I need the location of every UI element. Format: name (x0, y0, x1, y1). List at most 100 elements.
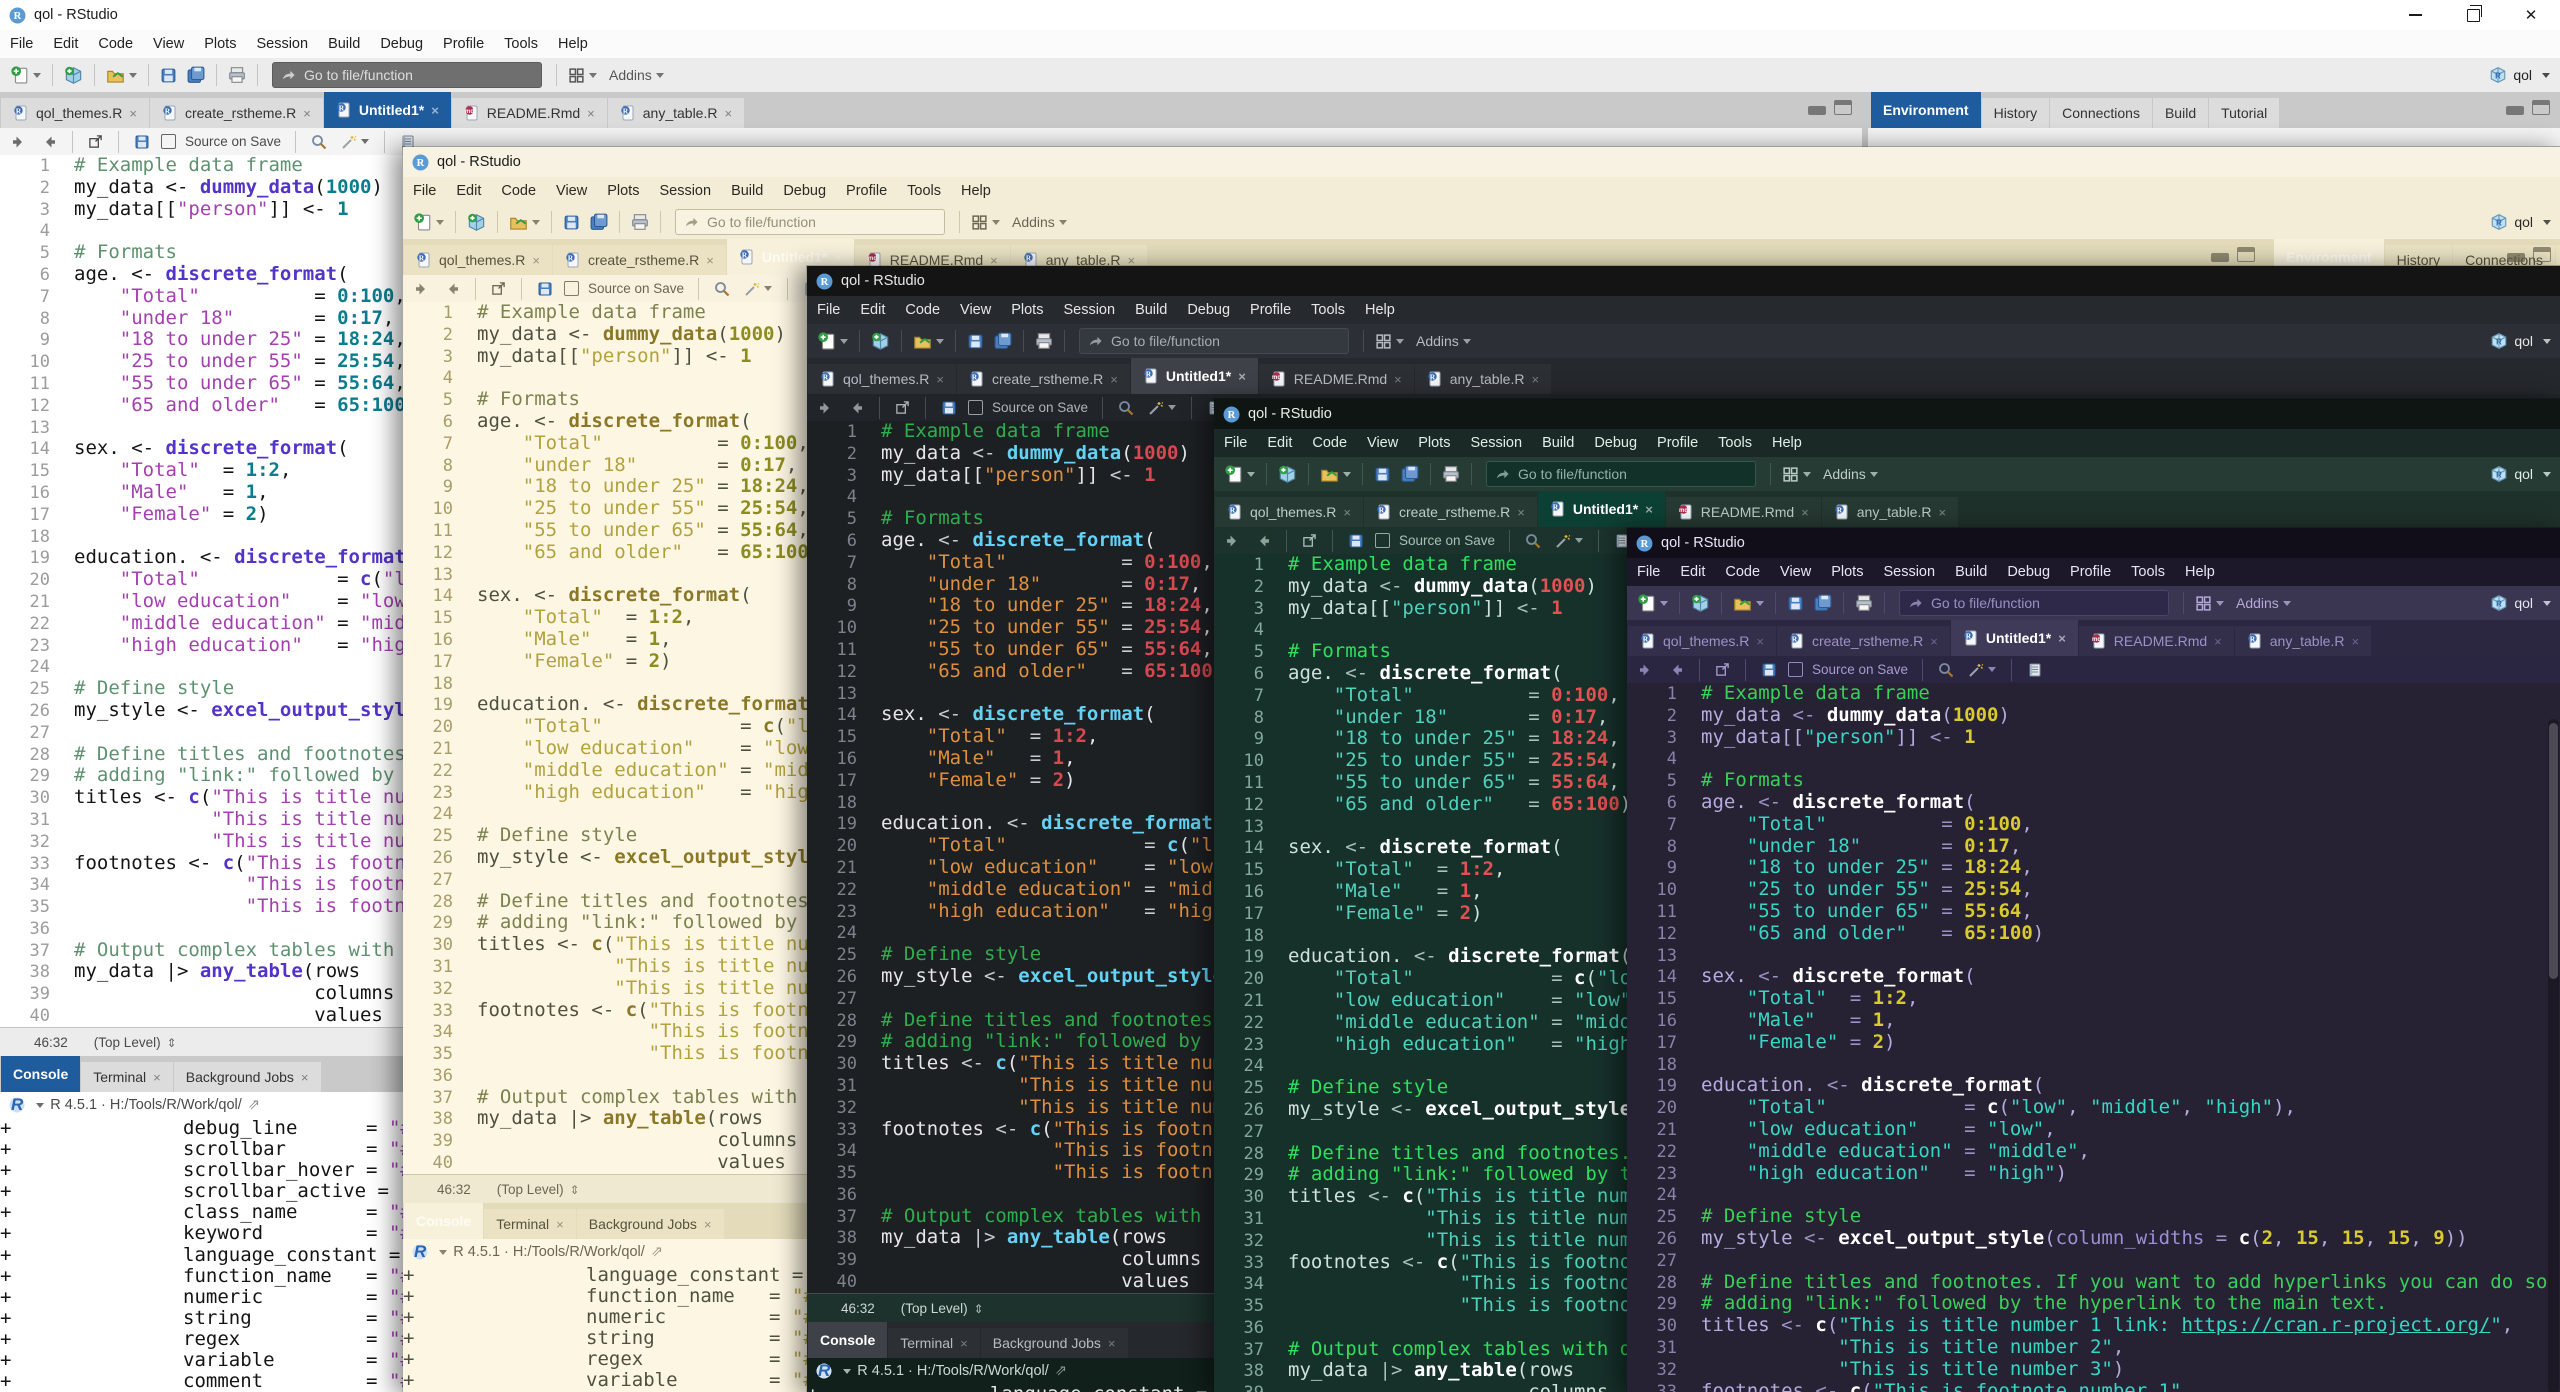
project-selector[interactable]: Rqol (2490, 465, 2551, 483)
menu-profile[interactable]: Profile (836, 183, 897, 199)
menu-session[interactable]: Session (1053, 302, 1125, 318)
print-button[interactable] (626, 213, 654, 231)
close-tab-icon[interactable]: × (704, 1217, 712, 1232)
menu-file[interactable]: File (0, 36, 43, 52)
panes-grid-button[interactable] (966, 214, 1005, 231)
menu-build[interactable]: Build (1532, 435, 1584, 451)
save-all-button[interactable] (989, 332, 1017, 350)
save-button[interactable] (962, 333, 989, 350)
source-tab-qol-themes-r[interactable]: Rqol_themes.R× (404, 245, 552, 275)
find-replace-icon[interactable] (1520, 533, 1546, 549)
menu-tools[interactable]: Tools (1301, 302, 1355, 318)
find-replace-icon[interactable] (1113, 400, 1139, 416)
close-tab-icon[interactable]: × (706, 253, 714, 268)
close-tab-icon[interactable]: × (1756, 634, 1764, 649)
console-tab-background-jobs[interactable]: Background Jobs× (577, 1209, 724, 1239)
title-bar[interactable]: Rqol - RStudio (1627, 528, 2560, 558)
close-tab-icon[interactable]: × (431, 103, 439, 118)
popout-icon[interactable] (486, 281, 511, 296)
source-tab-qol-themes-r[interactable]: Rqol_themes.R× (808, 364, 956, 394)
popout-icon[interactable] (890, 400, 915, 415)
goto-file-function-input[interactable]: Go to file/function (1486, 461, 1756, 487)
menu-view[interactable]: View (1357, 435, 1408, 451)
menu-edit[interactable]: Edit (850, 302, 895, 318)
menu-code[interactable]: Code (895, 302, 950, 318)
menu-plots[interactable]: Plots (1408, 435, 1460, 451)
close-tab-icon[interactable]: × (936, 372, 944, 387)
popout-icon[interactable] (1297, 533, 1322, 548)
goto-file-function-input[interactable]: Go to file/function (1079, 328, 1349, 354)
addins-button[interactable]: Addins (2229, 595, 2296, 611)
open-file-button[interactable] (1728, 594, 1769, 613)
menu-plots[interactable]: Plots (1001, 302, 1053, 318)
menu-file[interactable]: File (403, 183, 446, 199)
console-tab-console[interactable]: Console (1, 1056, 80, 1092)
env-pane-buttons[interactable] (2507, 247, 2551, 262)
env-tab-build[interactable]: Build (2153, 98, 2208, 128)
close-tab-icon[interactable]: × (1930, 634, 1938, 649)
menu-view[interactable]: View (143, 36, 194, 52)
menu-file[interactable]: File (807, 302, 850, 318)
console-tab-terminal[interactable]: Terminal× (81, 1062, 173, 1092)
scope-selector[interactable]: (Top Level)⇕ (94, 1035, 177, 1050)
save-doc-icon[interactable] (936, 400, 962, 416)
console-popout-icon[interactable]: ⇗ (1055, 1363, 1067, 1379)
title-bar[interactable]: Rqol - RStudio (1214, 399, 2560, 429)
project-selector[interactable]: Rqol (2489, 66, 2550, 84)
menu-help[interactable]: Help (548, 36, 598, 52)
close-tab-icon[interactable]: × (1531, 372, 1539, 387)
new-file-button[interactable] (813, 332, 853, 350)
source-tab-untitled1-[interactable]: RUntitled1*× (324, 92, 451, 128)
menu-session[interactable]: Session (1460, 435, 1532, 451)
menu-code[interactable]: Code (491, 183, 546, 199)
save-all-button[interactable] (585, 213, 613, 231)
minimize-icon[interactable] (2386, 0, 2444, 30)
menu-build[interactable]: Build (318, 36, 370, 52)
find-replace-icon[interactable] (1933, 662, 1959, 678)
env-tab-tutorial[interactable]: Tutorial (2209, 98, 2279, 128)
menu-help[interactable]: Help (1762, 435, 1812, 451)
save-button[interactable] (558, 214, 585, 231)
back-icon[interactable] (813, 400, 839, 416)
console-tab-background-jobs[interactable]: Background Jobs× (981, 1328, 1128, 1358)
save-all-button[interactable] (1396, 465, 1424, 483)
menu-debug[interactable]: Debug (773, 183, 836, 199)
close-tab-icon[interactable]: × (724, 106, 732, 121)
source-tab-qol-themes-r[interactable]: Rqol_themes.R× (1215, 497, 1363, 527)
save-doc-icon[interactable] (1756, 662, 1782, 678)
addins-button[interactable]: Addins (1816, 466, 1883, 482)
compile-report-icon[interactable] (2022, 662, 2048, 678)
env-tab-connections[interactable]: Connections (2050, 98, 2152, 128)
new-project-button[interactable] (1273, 465, 1302, 484)
close-tab-icon[interactable]: × (1108, 1336, 1116, 1351)
title-bar[interactable]: Rqol - RStudio (807, 266, 2560, 296)
source-tab-create-rstheme-r[interactable]: Rcreate_rstheme.R× (957, 364, 1130, 394)
source-tab-create-rstheme-r[interactable]: Rcreate_rstheme.R× (1777, 626, 1950, 656)
code-tools-icon[interactable] (1550, 533, 1588, 549)
source-on-save-checkbox[interactable] (1788, 662, 1803, 677)
save-doc-icon[interactable] (129, 134, 155, 150)
menu-help[interactable]: Help (1355, 302, 1405, 318)
source-tab-create-rstheme-r[interactable]: Rcreate_rstheme.R× (553, 245, 726, 275)
source-tab-create-rstheme-r[interactable]: Rcreate_rstheme.R× (150, 98, 323, 128)
menu-profile[interactable]: Profile (1240, 302, 1301, 318)
menu-file[interactable]: File (1627, 564, 1670, 580)
source-tab-qol-themes-r[interactable]: Rqol_themes.R× (1, 98, 149, 128)
source-tab-readme-rmd[interactable]: mdREADME.Rmd× (2079, 626, 2234, 656)
close-tab-icon[interactable]: × (1801, 505, 1809, 520)
goto-file-function-input[interactable]: Go to file/function (272, 62, 542, 88)
panes-grid-button[interactable] (1777, 466, 1816, 483)
menu-build[interactable]: Build (721, 183, 773, 199)
close-tab-icon[interactable]: × (1343, 505, 1351, 520)
close-tab-icon[interactable]: × (1394, 372, 1402, 387)
close-tab-icon[interactable]: × (1517, 505, 1525, 520)
console-tab-console[interactable]: Console (404, 1203, 483, 1239)
close-tab-icon[interactable]: × (1645, 502, 1653, 517)
close-tab-icon[interactable]: × (301, 1070, 309, 1085)
back-icon[interactable] (1633, 662, 1659, 678)
goto-file-function-input[interactable]: Go to file/function (1899, 590, 2169, 616)
menu-edit[interactable]: Edit (446, 183, 491, 199)
close-tab-icon[interactable]: × (2058, 631, 2066, 646)
title-bar[interactable]: Rqol - RStudio (403, 147, 2560, 177)
menu-code[interactable]: Code (1302, 435, 1357, 451)
